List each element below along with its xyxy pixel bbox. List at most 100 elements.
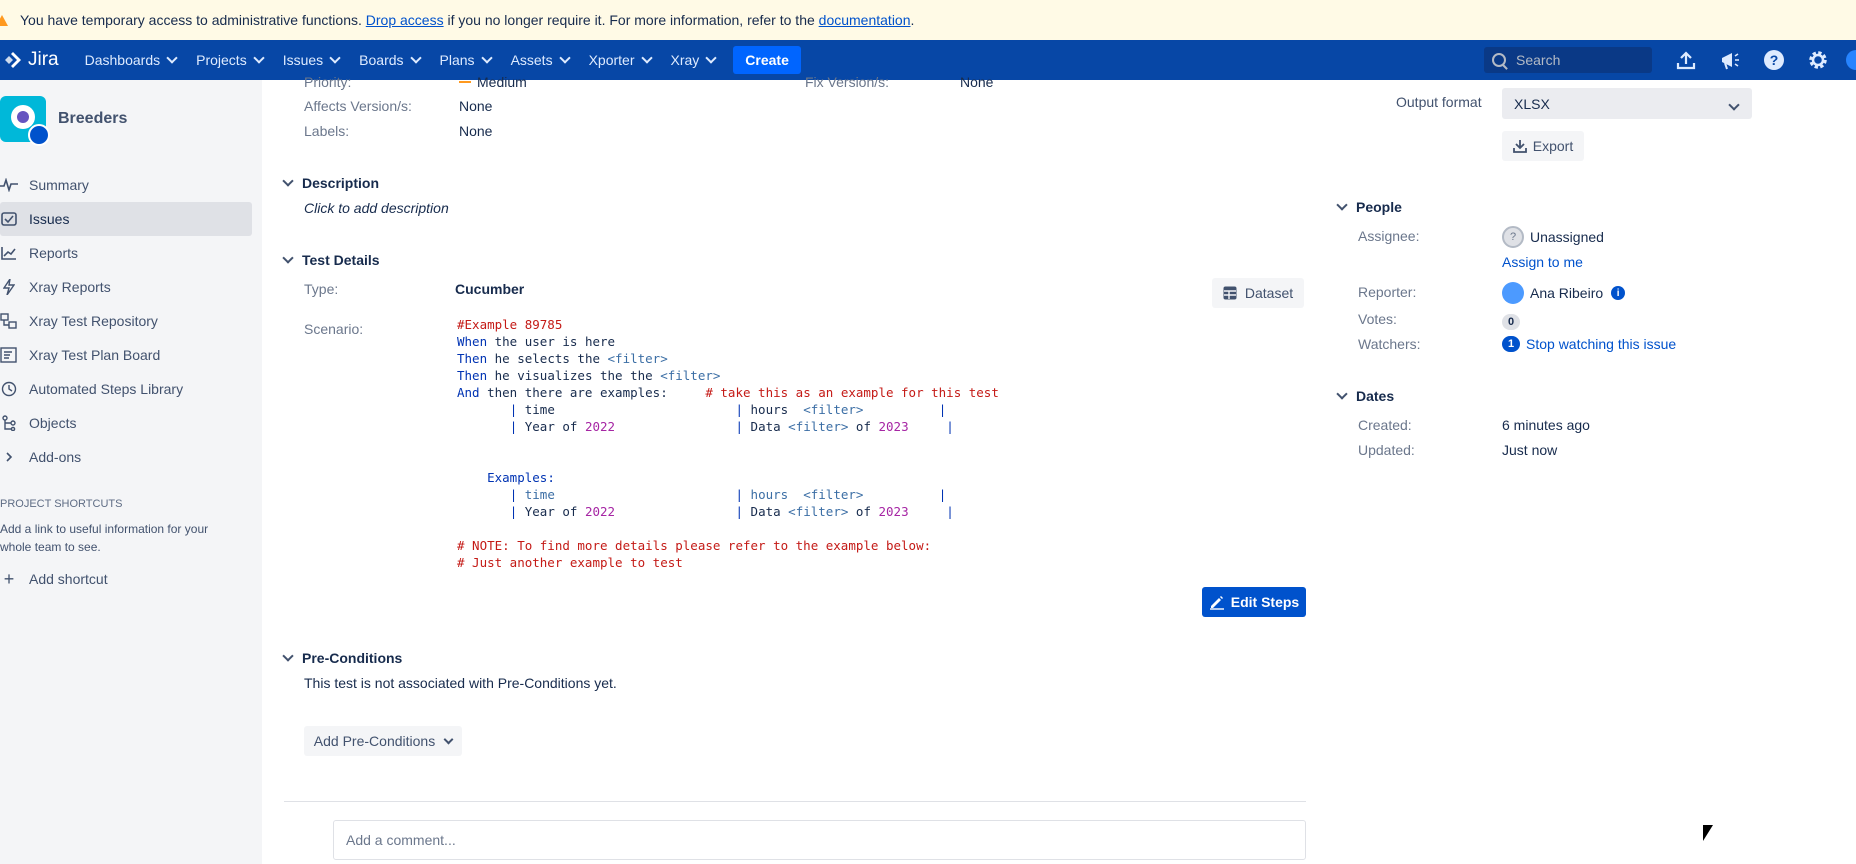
search-input[interactable]: Search (1484, 47, 1652, 73)
test-type-value: Cucumber (455, 281, 525, 297)
description-heading[interactable]: Description (282, 175, 379, 191)
issues-icon (0, 210, 18, 228)
nav-dashboards[interactable]: Dashboards (85, 52, 178, 68)
watchers-count: 1 (1502, 336, 1520, 352)
test-type-label: Type: (304, 281, 339, 297)
sidebar-item-label: Xray Test Plan Board (29, 347, 161, 363)
project-avatar (0, 96, 50, 146)
stop-watching-link[interactable]: Stop watching this issue (1526, 336, 1676, 352)
jira-logo-text: Jira (28, 49, 59, 70)
board-icon (0, 346, 18, 364)
affects-version-value[interactable]: None (459, 98, 492, 114)
fix-version-label: Fix Version/s: (805, 74, 890, 90)
chart-icon (0, 244, 18, 262)
dates-heading[interactable]: Dates (1336, 388, 1394, 404)
test-details-heading[interactable]: Test Details (282, 252, 380, 268)
nav-issues[interactable]: Issues (283, 52, 341, 68)
sidebar-item-label: Objects (29, 415, 77, 431)
mouse-cursor (1703, 825, 1713, 841)
chevron-down-icon (640, 52, 653, 64)
fix-version-value[interactable]: None (960, 74, 993, 90)
priority-value[interactable]: Medium (459, 74, 527, 90)
sidebar-item-xray-test-repository[interactable]: Xray Test Repository (0, 304, 252, 338)
warning-icon (0, 14, 8, 26)
sidebar-item-xray-test-plan-board[interactable]: Xray Test Plan Board (0, 338, 252, 372)
drop-access-link[interactable]: Drop access (366, 12, 444, 28)
created-label: Created: (1358, 417, 1412, 433)
sidebar-item-label: Xray Test Repository (29, 313, 158, 329)
chevron-down-icon (282, 175, 294, 187)
megaphone-icon[interactable] (1718, 48, 1742, 72)
pulse-icon (0, 176, 18, 194)
upload-icon[interactable] (1674, 48, 1698, 72)
people-heading[interactable]: People (1336, 199, 1402, 215)
chevron-down-icon (1336, 199, 1348, 211)
help-icon[interactable]: ? (1762, 48, 1786, 72)
preconditions-heading[interactable]: Pre-Conditions (282, 650, 402, 666)
chevron-down-icon (558, 52, 571, 64)
add-shortcut-button[interactable]: + Add shortcut (0, 562, 252, 596)
sidebar-item-reports[interactable]: Reports (0, 236, 252, 270)
votes-value[interactable]: 0 (1502, 312, 1526, 330)
chevron-down-icon (705, 52, 717, 64)
edit-steps-button[interactable]: Edit Steps (1202, 587, 1306, 617)
banner-text-end: . (910, 12, 915, 28)
dataset-button[interactable]: Dataset (1212, 278, 1304, 308)
nav-assets[interactable]: Assets (511, 52, 571, 68)
search-placeholder: Search (1516, 52, 1561, 68)
output-format-select[interactable]: XLSX (1502, 88, 1752, 119)
sidebar-item-objects[interactable]: Objects (0, 406, 252, 440)
chevron-down-icon (409, 52, 422, 64)
banner-text-middle: if you no longer require it. For more in… (447, 12, 815, 28)
export-button[interactable]: Export (1502, 131, 1584, 161)
sidebar-item-label: Issues (29, 211, 70, 227)
assignee-label: Assignee: (1358, 228, 1420, 244)
sidebar-item-label: Xray Reports (29, 279, 111, 295)
sidebar-item-summary[interactable]: Summary (0, 168, 252, 202)
comment-input[interactable]: Add a comment... (333, 820, 1306, 860)
project-header[interactable]: Breeders (0, 96, 127, 146)
updated-label: Updated: (1358, 442, 1415, 458)
reporter-avatar (1502, 282, 1524, 304)
jira-logo[interactable]: Jira (4, 49, 59, 71)
updated-value: Just now (1502, 442, 1558, 458)
svg-text:?: ? (1770, 52, 1779, 68)
user-avatar[interactable] (1846, 50, 1856, 70)
create-button[interactable]: Create (733, 46, 801, 74)
votes-count: 0 (1502, 314, 1520, 330)
nav-xporter[interactable]: Xporter (589, 52, 653, 68)
project-shortcuts-text: Add a link to useful information for you… (0, 522, 209, 554)
sidebar-item-xray-reports[interactable]: Xray Reports (0, 270, 252, 304)
votes-label: Votes: (1358, 311, 1397, 327)
plus-icon: + (3, 568, 15, 589)
nav-plans[interactable]: Plans (440, 52, 493, 68)
unassigned-avatar-icon: ? (1502, 226, 1524, 248)
banner-text: You have temporary access to administrat… (20, 12, 362, 28)
assign-to-me-link[interactable]: Assign to me (1502, 254, 1583, 270)
nav-projects[interactable]: Projects (196, 52, 265, 68)
nav-xray[interactable]: Xray (671, 52, 717, 68)
watchers-value[interactable]: 1 Stop watching this issue (1502, 336, 1676, 352)
chevron-down-icon (253, 52, 265, 64)
nav-boards[interactable]: Boards (359, 52, 422, 68)
created-value: 6 minutes ago (1502, 417, 1590, 433)
labels-label: Labels: (304, 123, 350, 139)
info-icon[interactable]: i (1611, 286, 1626, 300)
preconditions-text: This test is not associated with Pre-Con… (304, 675, 617, 691)
add-preconditions-button[interactable]: Add Pre-Conditions (304, 726, 462, 756)
description-placeholder[interactable]: Click to add description (304, 200, 449, 216)
chevron-right-icon (0, 448, 18, 466)
reporter-label: Reporter: (1358, 284, 1417, 300)
sidebar-item-automated-steps-library[interactable]: Automated Steps Library (0, 372, 252, 406)
sidebar-item-add-ons[interactable]: Add-ons (0, 440, 252, 474)
labels-value[interactable]: None (459, 123, 492, 139)
repository-icon (0, 312, 18, 330)
assignee-value[interactable]: ? Unassigned (1502, 226, 1604, 248)
reporter-value[interactable]: Ana Ribeiro i (1502, 282, 1626, 304)
chevron-down-icon (480, 52, 493, 64)
sidebar-item-issues[interactable]: Issues (0, 202, 252, 236)
scenario-code[interactable]: #Example 89785 When the user is here The… (457, 316, 999, 571)
sidebar-item-label: Automated Steps Library (29, 381, 184, 397)
settings-icon[interactable] (1806, 48, 1830, 72)
documentation-link[interactable]: documentation (819, 12, 911, 28)
